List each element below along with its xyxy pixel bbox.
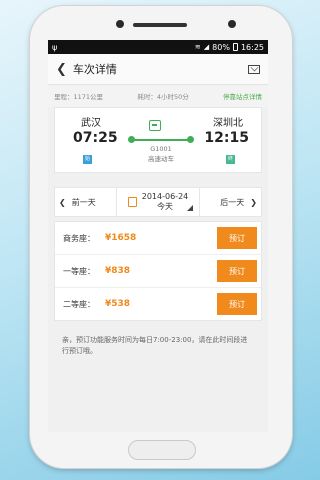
arrive-time: 12:15: [204, 130, 249, 146]
to-station: 深圳北: [213, 118, 243, 129]
dropdown-corner-icon: [187, 205, 193, 211]
duration-text: 耗时：4小时50分: [137, 93, 189, 101]
calendar-icon: [127, 197, 137, 207]
seat-class-label: 二等座：: [63, 299, 95, 309]
front-camera-icon: [116, 20, 124, 28]
depart-time: 07:25: [73, 130, 118, 146]
home-button[interactable]: [128, 440, 196, 460]
stops-detail-link[interactable]: 停靠站点详情: [223, 91, 262, 101]
app-bar: ❮ 车次详情: [48, 54, 268, 85]
battery-percent: 80%: [212, 42, 230, 52]
status-bar: ψ ≋ ◢ 80% 16:25: [48, 40, 268, 54]
signal-icon: ◢: [203, 43, 210, 51]
sensor-icon: [228, 20, 236, 28]
booking-notice: 亲，预订功能服务时间为每日7:00-23:00，请在此时间段进行预订哦。: [62, 336, 248, 355]
trip-info-row: 里程：1171公里 耗时：4小时50分 停靠站点详情: [48, 85, 268, 107]
route-line: [131, 139, 191, 141]
seat-price: ¥538: [105, 299, 131, 309]
start-station-badge: 始: [83, 155, 92, 164]
train-type: 高速动车: [148, 155, 174, 163]
route-start-dot: [128, 136, 135, 143]
seat-row-first: 一等座： ¥838 预订: [55, 255, 261, 288]
clock: 16:25: [240, 42, 264, 52]
train-icon: [149, 120, 161, 131]
main-content: 里程：1171公里 耗时：4小时50分 停靠站点详情 武汉 深圳北 07:25 …: [48, 85, 268, 432]
route-end-dot: [187, 136, 194, 143]
from-station: 武汉: [81, 118, 101, 129]
seat-class-label: 一等座：: [63, 266, 95, 276]
train-number: G1001: [150, 145, 172, 153]
selected-day: 今天: [157, 202, 173, 211]
seat-row-business: 商务座： ¥1658 预订: [55, 222, 261, 255]
next-day-button[interactable]: 后一天 ❯: [199, 188, 261, 216]
end-station-badge: 终: [226, 155, 235, 164]
book-second-class-button[interactable]: 预订: [217, 293, 257, 315]
book-business-button[interactable]: 预订: [217, 227, 257, 249]
next-day-label: 后一天: [220, 197, 245, 207]
date-selector: ❮ 前一天 2014-06-24 今天 后一天 ❯: [54, 187, 262, 217]
app-screen: ψ ≋ ◢ 80% 16:25 ❮ 车次详情 里程：1171公里 耗时：4小时5…: [48, 40, 268, 432]
speaker-grille: [133, 23, 187, 27]
distance-text: 里程：1171公里: [54, 93, 104, 101]
seat-price: ¥838: [105, 266, 131, 276]
chevron-right-icon: ❯: [250, 197, 257, 207]
seat-list: 商务座： ¥1658 预订 一等座： ¥838 预订 二等座： ¥538 预订: [54, 221, 262, 321]
back-arrow-icon[interactable]: ❮: [56, 62, 67, 77]
battery-icon: [232, 43, 238, 51]
seat-row-second: 二等座： ¥538 预订: [55, 288, 261, 320]
chevron-left-icon: ❮: [59, 197, 66, 207]
wifi-icon: ≋: [194, 43, 201, 51]
usb-icon: ψ: [52, 42, 58, 52]
date-picker[interactable]: 2014-06-24 今天: [117, 188, 199, 216]
train-card: 武汉 深圳北 07:25 12:15 G1001 高速动车 始 终: [54, 107, 262, 173]
seat-class-label: 商务座：: [63, 233, 95, 243]
selected-date: 2014-06-24: [141, 192, 189, 201]
prev-day-label: 前一天: [71, 197, 96, 207]
book-first-class-button[interactable]: 预订: [217, 260, 257, 282]
seat-price: ¥1658: [105, 233, 137, 243]
prev-day-button[interactable]: ❮ 前一天: [55, 188, 117, 216]
page-title: 车次详情: [72, 63, 117, 76]
mail-icon[interactable]: [248, 64, 260, 74]
